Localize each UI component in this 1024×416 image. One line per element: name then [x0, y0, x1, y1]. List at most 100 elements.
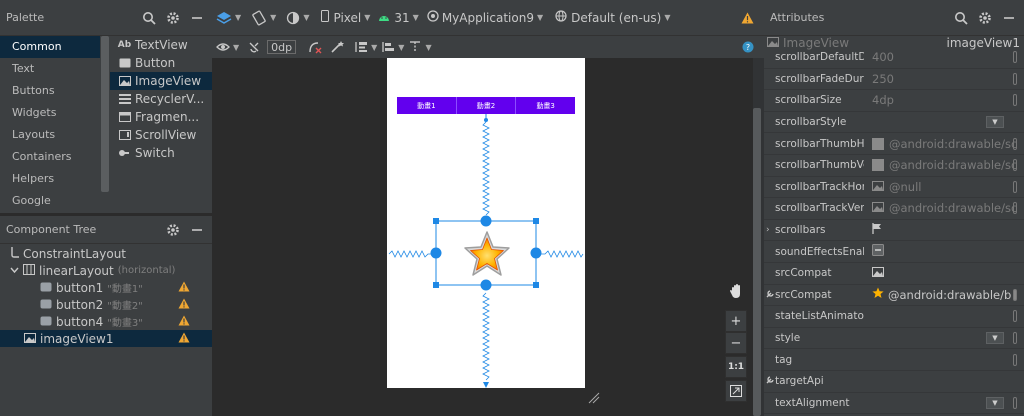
align-icon[interactable]: ▼: [381, 36, 404, 58]
zoom-to-fit-icon[interactable]: [725, 380, 747, 402]
attr-row-scrollbarThumbHorizontal[interactable]: scrollbarThumbHo... @android:drawable/sc: [764, 133, 1024, 155]
chevron-down-icon[interactable]: [10, 264, 19, 278]
attr-value-container[interactable]: @android:drawable/sc: [864, 201, 1024, 215]
palette-category-helpers[interactable]: Helpers: [0, 168, 100, 190]
warning-icon[interactable]: [178, 281, 190, 295]
palette-category-buttons[interactable]: Buttons: [0, 80, 100, 102]
zoom-actual-size-button[interactable]: 1:1: [725, 356, 747, 378]
attr-picker-button[interactable]: [1013, 94, 1017, 107]
palette-item-scrollview[interactable]: ScrollView: [110, 126, 212, 144]
attr-row-scrollbarThumbVertical[interactable]: scrollbarThumbVe... @android:drawable/sc: [764, 155, 1024, 177]
palette-item-textview[interactable]: Ab TextView: [110, 36, 212, 54]
pack-icon[interactable]: ▼: [354, 36, 377, 58]
attr-picker-button[interactable]: [1013, 396, 1017, 409]
attr-row-soundEffectsEnabled[interactable]: soundEffectsEnabl...: [764, 241, 1024, 263]
minimize-icon[interactable]: [1000, 9, 1018, 27]
warning-icon[interactable]: [178, 298, 190, 312]
attr-row-scrollbarSize[interactable]: scrollbarSize 4dp: [764, 90, 1024, 112]
search-icon[interactable]: [952, 9, 970, 27]
tree-node-imageview1[interactable]: imageView1: [0, 330, 212, 347]
attr-row-scrollbarTrackVertical[interactable]: scrollbarTrackVerti... @android:drawable…: [764, 198, 1024, 220]
theme-selector[interactable]: MyApplication9 ▼: [427, 0, 543, 35]
orientation-icon[interactable]: ▼: [251, 0, 276, 35]
chevron-right-icon[interactable]: ›: [766, 225, 770, 235]
attr-row-srcCompat-tools[interactable]: srcCompat @android:drawable/b: [764, 285, 1024, 307]
zoom-in-button[interactable]: +: [725, 310, 747, 332]
star-image[interactable]: [462, 229, 512, 279]
locale-selector[interactable]: Default (en-us) ▼: [555, 0, 670, 35]
zoom-out-button[interactable]: −: [725, 332, 747, 354]
attr-row-scrollbarFadeDuration[interactable]: scrollbarFadeDura... 250: [764, 69, 1024, 91]
attr-row-stateListAnimator[interactable]: stateListAnimator: [764, 306, 1024, 328]
tree-node-button1[interactable]: button1 "動畫1": [0, 279, 212, 296]
minimize-icon[interactable]: [188, 221, 206, 239]
warning-icon[interactable]: [178, 315, 190, 329]
palette-item-fragment[interactable]: Fragmen...: [110, 108, 212, 126]
pan-hand-icon[interactable]: [725, 280, 747, 302]
gear-icon[interactable]: [976, 9, 994, 27]
device-selector[interactable]: Pixel ▼: [321, 0, 370, 35]
palette-item-switch[interactable]: Switch: [110, 144, 212, 162]
checkbox-icon[interactable]: [872, 244, 884, 259]
search-icon[interactable]: [140, 9, 158, 27]
chevron-down-icon[interactable]: ▼: [986, 332, 1004, 345]
attr-row-targetApi[interactable]: targetApi: [764, 371, 1024, 393]
tree-node-button4[interactable]: button4 "動畫3": [0, 313, 212, 330]
api-level-selector[interactable]: 31 ▼: [378, 0, 419, 35]
palette-item-button[interactable]: Button: [110, 54, 212, 72]
attr-picker-button[interactable]: [1013, 180, 1017, 193]
attr-value[interactable]: 250: [864, 72, 1024, 86]
attr-picker-button[interactable]: [1013, 353, 1017, 366]
gear-icon[interactable]: [164, 221, 182, 239]
palette-item-recyclerview[interactable]: RecyclerV...: [110, 90, 212, 108]
attr-picker-button[interactable]: [1013, 202, 1017, 215]
attr-picker-button[interactable]: [1013, 159, 1017, 172]
palette-category-text[interactable]: Text: [0, 58, 100, 80]
chevron-down-icon[interactable]: ▼: [986, 396, 1004, 409]
canvas-scrollbar-thumb[interactable]: [753, 108, 761, 416]
tree-node-linearlayout[interactable]: linearLayout (horizontal): [0, 262, 212, 279]
help-icon[interactable]: ?: [742, 36, 754, 58]
palette-category-google[interactable]: Google: [0, 190, 100, 212]
default-margin-field[interactable]: 0dp: [267, 36, 297, 58]
clear-constraints-icon[interactable]: [308, 36, 322, 58]
attr-value-container[interactable]: @android:drawable/b: [864, 287, 1024, 302]
attr-value[interactable]: 4dp: [864, 93, 1024, 107]
attr-row-textAlignment[interactable]: textAlignment ▼: [764, 393, 1024, 415]
attr-value-container[interactable]: @android:drawable/sc: [864, 137, 1024, 151]
attr-picker-button[interactable]: [1013, 137, 1017, 150]
attr-row-scrollbarDefaultDelay[interactable]: scrollbarDefaultDe... 400: [764, 47, 1024, 69]
attr-value-container[interactable]: [864, 223, 1024, 237]
palette-category-common[interactable]: Common: [0, 36, 100, 58]
palette-category-widgets[interactable]: Widgets: [0, 102, 100, 124]
attr-value[interactable]: 400: [864, 50, 1024, 64]
resize-handle-icon[interactable]: [588, 392, 600, 404]
warning-icon[interactable]: [178, 332, 190, 346]
palette-item-imageview[interactable]: ImageView: [110, 72, 212, 90]
gear-icon[interactable]: [164, 9, 182, 27]
attr-picker-button[interactable]: [1013, 288, 1017, 301]
attr-picker-button[interactable]: [1013, 332, 1017, 345]
device-preview[interactable]: 動畫1 動畫2 動畫3: [387, 58, 585, 388]
warning-icon[interactable]: [741, 0, 754, 35]
chevron-down-icon[interactable]: ▼: [986, 116, 1004, 129]
attr-row-srcCompat[interactable]: srcCompat: [764, 263, 1024, 285]
palette-scrollbar[interactable]: [101, 36, 109, 192]
attr-row-scrollbarStyle[interactable]: scrollbarStyle ▼: [764, 112, 1024, 134]
palette-category-containers[interactable]: Containers: [0, 146, 100, 168]
palette-category-layouts[interactable]: Layouts: [0, 124, 100, 146]
minimize-icon[interactable]: [188, 9, 206, 27]
tree-node-constraintlayout[interactable]: ConstraintLayout: [0, 245, 212, 262]
tree-node-button2[interactable]: button2 "動畫2": [0, 296, 212, 313]
eye-icon[interactable]: ▼: [216, 36, 239, 58]
layers-icon[interactable]: ▼: [216, 0, 241, 35]
attr-row-scrollbarTrackHorizontal[interactable]: scrollbarTrackHori... @null: [764, 177, 1024, 199]
attr-value-container[interactable]: @null: [864, 180, 1024, 194]
night-mode-icon[interactable]: ▼: [286, 0, 309, 35]
guidelines-icon[interactable]: ▼: [408, 36, 432, 58]
attr-row-tag[interactable]: tag: [764, 349, 1024, 371]
attr-picker-button[interactable]: [1013, 72, 1017, 85]
attr-value-container[interactable]: [864, 244, 1024, 259]
attr-value-container[interactable]: @android:drawable/sc: [864, 158, 1024, 172]
attr-picker-button[interactable]: [1013, 51, 1017, 64]
